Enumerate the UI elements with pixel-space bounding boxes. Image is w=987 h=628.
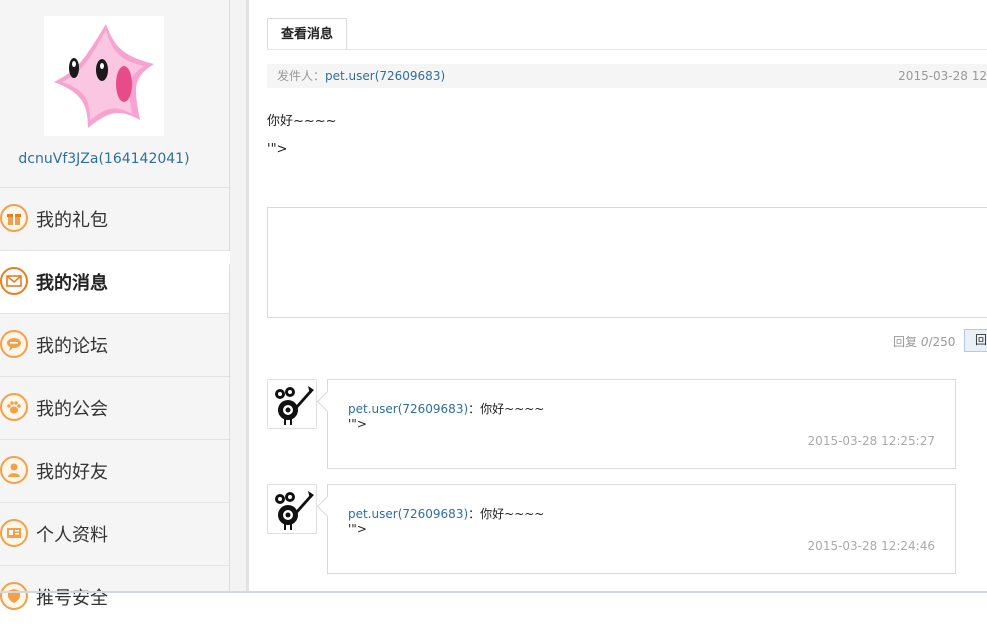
thread-text-line2: '"> <box>348 522 367 536</box>
message-date: 2015-03-28 12 <box>898 69 987 83</box>
message-line: '"> <box>267 142 288 157</box>
thread-item: pet.user(72609683)：你好~~~~ '"> 2015-03-28… <box>267 484 967 576</box>
thread-message: pet.user(72609683)：你好~~~~ '"> <box>348 507 544 537</box>
sidebar-item-label: 我的礼包 <box>36 210 108 231</box>
sidebar-menu: 我的礼包 我的消息 我的论坛 我的公会 我的好友 个人资料 推号安全 <box>0 187 239 628</box>
sidebar: dcnuVf3JZa(164142041) 我的礼包 我的消息 我的论坛 我的公… <box>0 0 239 610</box>
thread-bubble: pet.user(72609683)：你好~~~~ '"> 2015-03-28… <box>316 379 956 469</box>
user-avatar[interactable] <box>44 16 164 136</box>
gift-icon <box>0 204 28 232</box>
sidebar-item-label: 推号安全 <box>36 588 108 609</box>
sidebar-item-gift[interactable]: 我的礼包 <box>0 187 229 250</box>
message-line: 你好~~~~ <box>267 114 337 129</box>
paw-icon <box>0 393 28 421</box>
sender-link[interactable]: pet.user(72609683) <box>325 64 445 88</box>
chat-bubble-icon <box>0 330 28 358</box>
reply-button[interactable]: 回 <box>964 329 987 352</box>
sidebar-item-guild[interactable]: 我的公会 <box>0 376 229 439</box>
thread-avatar[interactable] <box>267 379 317 429</box>
sidebar-item-messages[interactable]: 我的消息 <box>0 250 239 313</box>
person-icon <box>0 456 28 484</box>
sidebar-item-security[interactable]: 推号安全 <box>0 565 229 628</box>
tab-divider <box>267 49 987 50</box>
sidebar-divider <box>230 0 249 593</box>
thread-date: 2015-03-28 12:25:27 <box>807 434 935 448</box>
sidebar-item-label: 我的好友 <box>36 462 108 483</box>
thread-avatar[interactable] <box>267 484 317 534</box>
sidebar-item-label: 我的消息 <box>36 273 108 294</box>
thread-text: ：你好~~~~ <box>468 507 545 521</box>
thread-sender-link[interactable]: pet.user(72609683) <box>348 402 468 416</box>
thread-message: pet.user(72609683)：你好~~~~ '"> <box>348 402 544 432</box>
thread-sender-link[interactable]: pet.user(72609683) <box>348 507 468 521</box>
thread-text: ：你好~~~~ <box>468 402 545 416</box>
reply-max: /250 <box>928 335 956 349</box>
sidebar-item-profile[interactable]: 个人资料 <box>0 502 229 565</box>
sidebar-item-forum[interactable]: 我的论坛 <box>0 313 229 376</box>
thread-bubble: pet.user(72609683)：你好~~~~ '"> 2015-03-28… <box>316 484 956 574</box>
shield-icon <box>0 582 28 610</box>
sender-label: 发件人： <box>277 69 326 83</box>
mail-icon <box>0 267 28 295</box>
bubble-pointer <box>316 390 339 413</box>
thread-item: pet.user(72609683)：你好~~~~ '"> 2015-03-28… <box>267 379 967 471</box>
thread-text-line2: '"> <box>348 417 367 431</box>
reply-counter-label: 回复 <box>893 335 918 349</box>
reply-char-counter: 回复 0/250 <box>893 333 955 350</box>
username-link[interactable]: dcnuVf3JZa(164142041) <box>0 151 208 167</box>
sidebar-item-label: 我的论坛 <box>36 336 108 357</box>
sidebar-item-label: 个人资料 <box>36 525 108 546</box>
message-body: 你好~~~~ '"> <box>267 108 337 164</box>
bubble-pointer <box>316 495 339 518</box>
id-card-icon <box>0 519 28 547</box>
sidebar-item-label: 我的公会 <box>36 399 108 420</box>
sidebar-item-friends[interactable]: 我的好友 <box>0 439 229 502</box>
thread-date: 2015-03-28 12:24:46 <box>807 539 935 553</box>
reply-input[interactable] <box>267 207 987 318</box>
message-header: 发件人： pet.user(72609683) 2015-03-28 12 <box>267 64 987 88</box>
tab-view-message[interactable]: 查看消息 <box>267 18 347 50</box>
